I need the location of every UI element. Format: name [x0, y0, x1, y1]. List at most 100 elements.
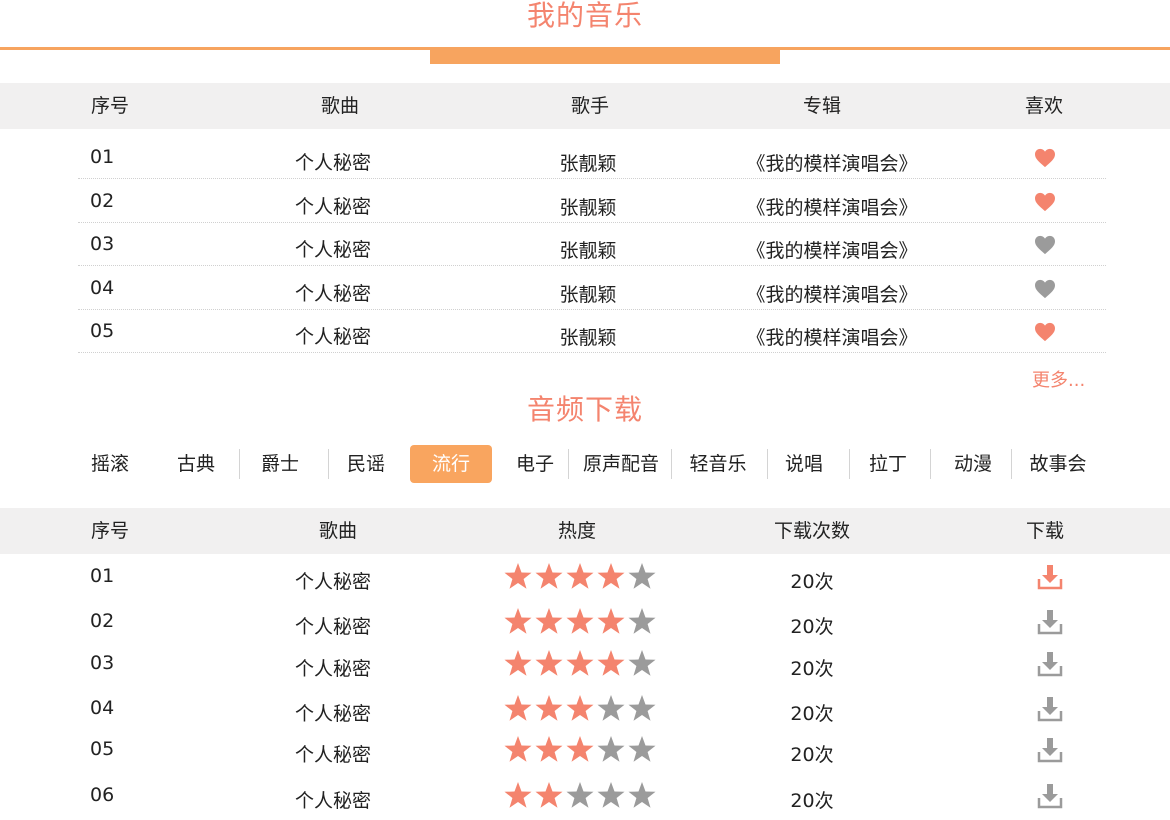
- header-song: 歌曲: [318, 520, 357, 542]
- heat-rating: [503, 694, 657, 726]
- header-download: 下载: [1025, 520, 1064, 542]
- row-singer: 张靓颖: [559, 240, 617, 262]
- header-like: 喜欢: [1024, 95, 1063, 117]
- row-divider: [78, 309, 1106, 310]
- header-song: 歌曲: [320, 95, 359, 117]
- row-song[interactable]: 个人秘密: [280, 322, 386, 349]
- row-singer: 张靓颖: [559, 197, 617, 219]
- star-icon: [565, 562, 595, 594]
- row-index: 03: [90, 652, 115, 674]
- header-index: 序号: [90, 520, 129, 542]
- download-icon[interactable]: [1036, 737, 1064, 763]
- heat-rating: [503, 781, 657, 813]
- audio-download-title: 音频下载: [526, 393, 643, 426]
- category-tab[interactable]: 说唱: [774, 445, 834, 483]
- heart-icon[interactable]: [1033, 148, 1057, 168]
- star-icon: [534, 781, 564, 813]
- category-tabs: 摇滚 古典 爵士 民谣 流行 电子 原声配音 轻音乐 说唱 拉丁 动漫 故事会: [0, 445, 1170, 483]
- tab-separator: [568, 449, 569, 479]
- row-song[interactable]: 个人秘密: [280, 235, 386, 262]
- header-heat: 热度: [557, 520, 596, 542]
- heat-rating: [503, 562, 657, 594]
- star-icon: [627, 562, 657, 594]
- star-icon: [565, 694, 595, 726]
- star-icon: [565, 649, 595, 681]
- star-icon: [596, 562, 626, 594]
- download-icon[interactable]: [1036, 783, 1064, 809]
- row-song[interactable]: 个人秘密: [280, 699, 386, 726]
- header-singer: 歌手: [570, 95, 609, 117]
- tab-separator: [849, 449, 850, 479]
- star-icon: [503, 781, 533, 813]
- star-icon: [534, 649, 564, 681]
- heat-rating: [503, 649, 657, 681]
- row-index: 02: [90, 610, 115, 632]
- row-singer: 张靓颖: [559, 284, 617, 306]
- row-album: 《我的模样演唱会》: [746, 153, 918, 175]
- heart-icon[interactable]: [1033, 322, 1057, 342]
- category-tab[interactable]: 流行: [410, 445, 492, 483]
- header-album: 专辑: [802, 95, 841, 117]
- category-tab[interactable]: 拉丁: [858, 445, 918, 483]
- row-download-count: 20次: [790, 790, 834, 812]
- row-divider: [78, 265, 1106, 266]
- row-download-count: 20次: [790, 571, 834, 593]
- star-icon: [534, 562, 564, 594]
- row-index: 04: [90, 697, 115, 719]
- row-song[interactable]: 个人秘密: [280, 654, 386, 681]
- row-download-count: 20次: [790, 703, 834, 725]
- star-icon: [596, 781, 626, 813]
- row-song[interactable]: 个人秘密: [280, 612, 386, 639]
- row-song[interactable]: 个人秘密: [280, 192, 386, 219]
- row-album: 《我的模样演唱会》: [746, 240, 918, 262]
- row-song[interactable]: 个人秘密: [280, 740, 386, 767]
- heat-rating: [503, 607, 657, 639]
- row-song[interactable]: 个人秘密: [280, 279, 386, 306]
- download-icon[interactable]: [1036, 696, 1064, 722]
- category-tab[interactable]: 爵士: [250, 445, 310, 483]
- category-tab[interactable]: 民谣: [336, 445, 396, 483]
- my-music-title: 我的音乐: [526, 0, 643, 32]
- category-tab[interactable]: 古典: [166, 445, 226, 483]
- tab-separator: [239, 449, 240, 479]
- category-tab[interactable]: 原声配音: [576, 445, 666, 483]
- row-song[interactable]: 个人秘密: [280, 148, 386, 175]
- star-icon: [627, 607, 657, 639]
- row-album: 《我的模样演唱会》: [746, 284, 918, 306]
- star-icon: [565, 781, 595, 813]
- star-icon: [565, 607, 595, 639]
- row-index: 01: [90, 146, 115, 168]
- row-index: 02: [90, 190, 115, 212]
- title-accent-bar: [430, 47, 780, 64]
- heart-icon[interactable]: [1033, 235, 1057, 255]
- row-song[interactable]: 个人秘密: [280, 786, 386, 813]
- header-index: 序号: [90, 95, 129, 117]
- star-icon: [596, 694, 626, 726]
- category-tab[interactable]: 动漫: [943, 445, 1003, 483]
- download-table-header: 序号 歌曲 热度 下载次数 下载: [0, 508, 1170, 554]
- row-download-count: 20次: [790, 744, 834, 766]
- row-index: 04: [90, 277, 115, 299]
- my-music-table-header: 序号 歌曲 歌手 专辑 喜欢: [0, 83, 1170, 129]
- star-icon: [596, 649, 626, 681]
- star-icon: [627, 735, 657, 767]
- star-icon: [596, 735, 626, 767]
- download-icon[interactable]: [1036, 651, 1064, 677]
- category-tab[interactable]: 故事会: [1018, 445, 1098, 483]
- star-icon: [503, 607, 533, 639]
- row-divider: [78, 222, 1106, 223]
- star-icon: [534, 694, 564, 726]
- heart-icon[interactable]: [1033, 279, 1057, 299]
- tab-separator: [328, 449, 329, 479]
- category-tab[interactable]: 轻音乐: [673, 445, 763, 483]
- row-index: 03: [90, 233, 115, 255]
- row-song[interactable]: 个人秘密: [280, 567, 386, 594]
- download-icon[interactable]: [1036, 564, 1064, 590]
- tab-separator: [767, 449, 768, 479]
- category-tab[interactable]: 电子: [505, 445, 565, 483]
- star-icon: [503, 649, 533, 681]
- download-icon[interactable]: [1036, 609, 1064, 635]
- heart-icon[interactable]: [1033, 192, 1057, 212]
- category-tab[interactable]: 摇滚: [80, 445, 140, 483]
- star-icon: [534, 735, 564, 767]
